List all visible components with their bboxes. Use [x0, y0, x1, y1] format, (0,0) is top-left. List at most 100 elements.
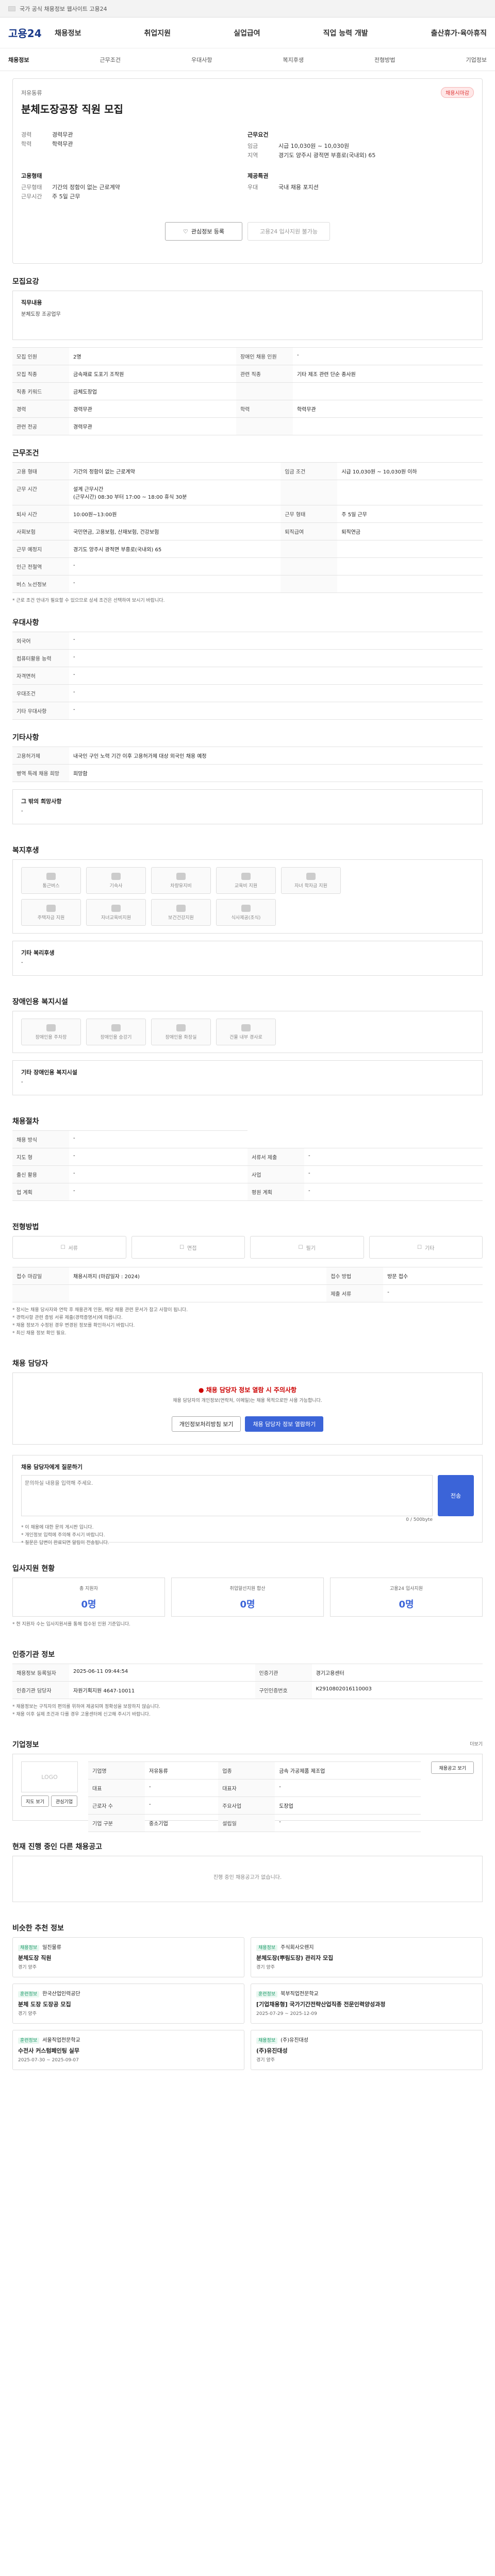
table-row: 병역 특례 채용 희망 희망함 — [12, 764, 483, 782]
rec-item[interactable]: 채용정보 (주)유진대성 (주)유진대성 경기 양주 — [251, 2030, 483, 2070]
check-icon: ☐ — [179, 1244, 185, 1250]
rec-title: 비슷한 추천 정보 — [12, 1924, 64, 1933]
rec-header: 훈련정보 서울직업전문학교 — [18, 2036, 239, 2044]
table-row: 출신 활용 - 사업 - — [12, 1165, 483, 1183]
inquiry-input[interactable] — [21, 1475, 433, 1516]
nav-item-leave[interactable]: 출산휴가·육아휴직 — [431, 28, 487, 38]
rec-meta: 경기 양주 — [18, 1965, 37, 1970]
apply-button[interactable]: 고용24 입사지원 불가능 — [248, 222, 330, 241]
table-row: 기업명 저유동류 업종 금속 가공제품 제조업 — [88, 1761, 421, 1780]
rec-item[interactable]: 훈련정보 북부직업전문학교 [기업채용형] 국가기간전략산업직종 전문인력양성과정 2… — [251, 1984, 483, 2024]
table-row: 사회보험 국민연금, 고용보험, 산재보험, 건강보험 퇴직급여 퇴직연금 — [12, 522, 483, 540]
table-header-cell: 제출 서류 — [326, 1284, 384, 1302]
benefit-tile: 차량유지비 — [151, 867, 211, 894]
contact-title: 채용 담당자 — [12, 1360, 48, 1368]
employ-type-label: 고용형태 — [21, 173, 42, 179]
table-header-cell: 사회보험 — [12, 522, 69, 540]
rec-company: (주)유진대성 — [280, 2038, 308, 2043]
career-value: 경력무관 — [52, 131, 73, 138]
welfare-extra-box: 기타 복리후생 - — [12, 941, 483, 976]
table-value-cell: - — [304, 1183, 483, 1201]
nav-item-support[interactable]: 취업지원 — [144, 28, 171, 38]
table-value-cell: - — [145, 1797, 219, 1815]
benefit-label: 통근버스 — [42, 883, 60, 889]
career-label: 경력 — [21, 131, 32, 138]
table-row: 근무 시간 설계 근무시간 (근무시간) 08:30 부터 17:00 ~ 18:… — [12, 480, 483, 505]
table-value-cell: - — [304, 1165, 483, 1183]
benefit-tile: 자녀 학자금 지원 — [281, 867, 341, 894]
table-header-cell: 버스 노선정보 — [12, 575, 69, 593]
nav-item-jobs[interactable]: 채용정보 — [55, 28, 81, 38]
tab-welfare[interactable]: 복지후생 — [283, 56, 304, 64]
note-line: * 최신 채용 정보 확인 필요. — [12, 1331, 67, 1336]
rec-item[interactable]: 훈련정보 한국산업인력공단 분체 도장 도장공 모집 경기 양주 — [12, 1984, 244, 2024]
rec-tag: 훈련정보 — [256, 1991, 278, 1997]
table-header-cell — [280, 480, 338, 505]
rec-company: 서울직업전문학교 — [42, 2038, 80, 2043]
disab-box: 장애인용 주차장 장애인용 승강기 장애인용 화장실 건물 내부 경사로 — [12, 1011, 483, 1053]
logo[interactable]: 고용24 — [8, 25, 55, 40]
save-job-button[interactable]: ♡ 관심정보 등록 — [165, 222, 242, 241]
table-row: 모집 인원 2명 장애인 채용 인원 - — [12, 347, 483, 365]
table-value-cell: 2025-06-11 09:44:54 — [69, 1664, 255, 1682]
screen-method-button[interactable]: ☐ 필기 — [250, 1236, 364, 1259]
rec-item[interactable]: 채용정보 주식회사오렌지 분체도장(뿌림도장) 관리자 모집 경기 양주 — [251, 1937, 483, 1977]
tab-conditions[interactable]: 근무조건 — [100, 56, 121, 64]
inquiry-submit-button[interactable]: 전송 — [438, 1475, 474, 1516]
privacy-policy-button[interactable]: 개인정보처리방침 보기 — [171, 1416, 241, 1432]
status-card-label: 총 지원자 — [79, 1586, 98, 1591]
map-button[interactable]: 지도 보기 — [21, 1795, 49, 1807]
company-more-link[interactable]: 더보기 — [470, 1741, 483, 1749]
conditions-title: 근무조건 — [12, 449, 39, 457]
screen-method-label: 필기 — [306, 1245, 316, 1251]
table-value-cell: 설계 근무시간 (근무시간) 08:30 부터 17:00 ~ 18:00 휴식… — [69, 480, 281, 505]
table-header-cell: 채용 방식 — [12, 1130, 69, 1148]
rec-item[interactable]: 훈련정보 서울직업전문학교 수전사 커스텀페인팅 실무 2025-07-30 ~ 20… — [12, 2030, 244, 2070]
table-value-cell: - — [69, 1130, 248, 1148]
screen-method-button[interactable]: ☐ 면접 — [131, 1236, 245, 1259]
top-bar: 국가 공식 채용정보 웹사이트 고용24 — [0, 0, 495, 18]
benefit-tile: 장애인용 승강기 — [86, 1019, 146, 1045]
education-label: 학력 — [21, 141, 32, 147]
pref-value: 국내 채용 포지션 — [278, 184, 319, 191]
screen-method-button[interactable]: ☐ 기타 — [369, 1236, 483, 1259]
inquiry-counter: 0 / 500byte — [406, 1517, 433, 1522]
table-header-cell: 주요사업 — [218, 1797, 275, 1815]
rec-header: 채용정보 주식회사오렌지 — [256, 1943, 477, 1951]
rec-title: 수전사 커스텀페인팅 실무 — [18, 2047, 79, 2054]
tab-preference[interactable]: 우대사항 — [191, 56, 212, 64]
screen-method-button[interactable]: ☐ 서류 — [12, 1236, 126, 1259]
table-value-cell: - — [69, 702, 483, 720]
table-value-cell: - — [69, 557, 281, 575]
company-name: 저유동류 — [21, 89, 42, 96]
table-header-cell: 외국어 — [12, 632, 69, 650]
table-header-cell: 업 계획 — [12, 1183, 69, 1201]
company-jobs-button[interactable]: 채용공고 보기 — [431, 1761, 474, 1774]
benefit-tile: 보건건강지원 — [151, 899, 211, 926]
table-value-cell: - — [145, 1779, 219, 1797]
table-value-cell: 경기고용센터 — [311, 1664, 483, 1682]
table-row: 경력 경력무관 학력 학력무관 — [12, 400, 483, 418]
table-row: 기타 우대사항 - — [12, 702, 483, 720]
screen-method-label: 기타 — [425, 1245, 435, 1251]
inquiry-title: 채용 담당자에게 질문하기 — [21, 1464, 82, 1470]
tab-home[interactable]: 채용정보 — [8, 56, 29, 64]
benefit-tile: 장애인용 화장실 — [151, 1019, 211, 1045]
table-value-cell: 금속 가공제품 제조업 — [275, 1761, 421, 1780]
nav-item-training[interactable]: 직업 능력 개발 — [323, 28, 368, 38]
table-value-cell: - — [69, 667, 483, 685]
view-contact-button[interactable]: 채용 담당자 정보 열람하기 — [245, 1416, 324, 1432]
rec-meta: 경기 양주 — [256, 1965, 275, 1970]
table-header-cell: 사업 — [248, 1165, 304, 1183]
etc-extra-box: 그 밖의 희망사항 - — [12, 789, 483, 824]
rec-item[interactable]: 채용정보 일진물류 분체도장 직원 경기 양주 — [12, 1937, 244, 1977]
note-line: * 개인정보 입력에 주의해 주시기 바랍니다. — [21, 1533, 105, 1538]
tab-screening[interactable]: 전형방법 — [374, 56, 395, 64]
tab-company[interactable]: 기업정보 — [466, 56, 487, 64]
note-line: * 질문은 답변이 완료되면 알림이 전송됩니다. — [21, 1540, 109, 1546]
favorite-company-button[interactable]: 관심기업 — [51, 1795, 78, 1807]
table-header-cell: 대표자 — [218, 1779, 275, 1797]
nav-item-benefit[interactable]: 실업급여 — [234, 28, 260, 38]
table-header-cell: 고용허가제 — [12, 747, 69, 765]
table-header-cell: 우대조건 — [12, 684, 69, 702]
